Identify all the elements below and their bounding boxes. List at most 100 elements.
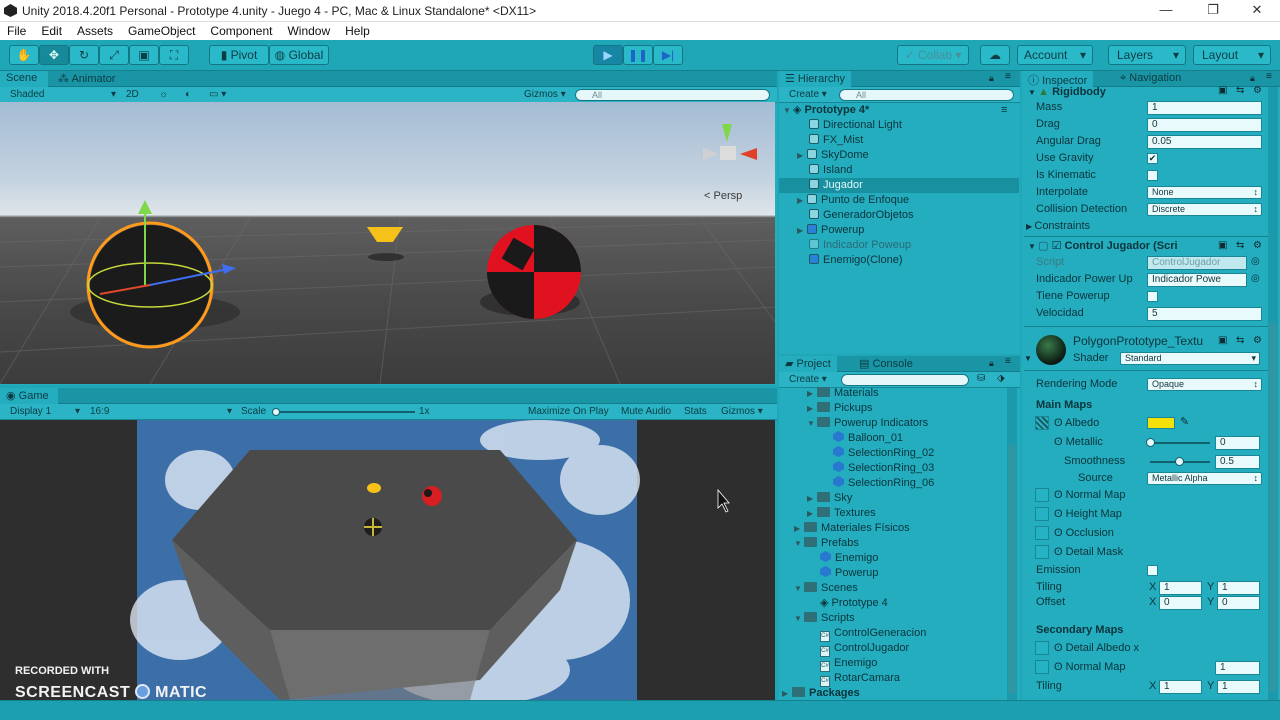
project-scrollbar[interactable] bbox=[1007, 388, 1017, 700]
scene-search-input[interactable]: All bbox=[575, 89, 770, 101]
menu-edit[interactable]: Edit bbox=[34, 22, 70, 38]
albedo-texture-slot[interactable] bbox=[1035, 416, 1049, 430]
constraints-foldout[interactable]: ▶ Constraints bbox=[1026, 219, 1090, 234]
filter-by-label-icon[interactable]: ⬗ bbox=[997, 373, 1005, 384]
transform-tool-button[interactable]: ⛶ bbox=[159, 45, 189, 65]
secondary-tiling-y-field[interactable]: 1 bbox=[1217, 680, 1260, 694]
project-item-textures[interactable]: ▶ Textures bbox=[779, 506, 1004, 521]
component-settings-icon[interactable]: ⚙ bbox=[1253, 240, 1262, 251]
shader-dropdown[interactable]: Standard ▾ bbox=[1120, 352, 1260, 365]
rotate-tool-button[interactable]: ↻ bbox=[69, 45, 99, 65]
rigidbody-header[interactable]: ▼ ▲ Rigidbody bbox=[1028, 84, 1268, 101]
project-item-packages[interactable]: ▶ Packages bbox=[779, 686, 1004, 701]
drag-field[interactable]: 0 bbox=[1147, 118, 1262, 132]
hierarchy-item-fx-mist[interactable]: FX_Mist bbox=[779, 133, 1019, 148]
scene-menu-icon[interactable]: ≡ bbox=[1001, 103, 1007, 118]
project-item-controljugador[interactable]: C# ControlJugador bbox=[779, 641, 1004, 657]
project-item-selectionring-02[interactable]: SelectionRing_02 bbox=[779, 446, 1004, 461]
menu-file[interactable]: File bbox=[0, 22, 34, 38]
global-toggle[interactable]: ◍ Global bbox=[269, 45, 329, 65]
menu-component[interactable]: Component bbox=[203, 22, 280, 38]
project-item-selectionring-03[interactable]: SelectionRing_03 bbox=[779, 461, 1004, 476]
use-gravity-checkbox[interactable]: ✔ bbox=[1147, 153, 1158, 164]
is-kinematic-checkbox[interactable] bbox=[1147, 170, 1158, 181]
stats-toggle[interactable]: Stats bbox=[680, 405, 711, 419]
occlusion-slot[interactable] bbox=[1035, 526, 1049, 540]
hierarchy-item-island[interactable]: Island bbox=[779, 163, 1019, 178]
collision-detection-dropdown[interactable]: Discrete ↕ bbox=[1147, 203, 1262, 216]
secondary-normal-map-field[interactable]: 1 bbox=[1215, 661, 1260, 675]
project-item-materials[interactable]: ▶ Materials bbox=[779, 386, 1004, 401]
component-help-icon[interactable]: ▣ bbox=[1218, 335, 1227, 346]
tab-hierarchy[interactable]: ☰ Hierarchy bbox=[779, 71, 851, 87]
velocidad-field[interactable]: 5 bbox=[1147, 307, 1262, 321]
hierarchy-item-directional-light[interactable]: Directional Light bbox=[779, 118, 1019, 133]
tab-animator[interactable]: ⁂ Animator bbox=[52, 71, 121, 87]
panel-menu-icon[interactable]: ≡ bbox=[1266, 71, 1272, 82]
normal-map-slot[interactable] bbox=[1035, 488, 1049, 502]
hierarchy-item-generadorobjetos[interactable]: GeneradorObjetos bbox=[779, 208, 1019, 223]
hierarchy-search-input[interactable]: All bbox=[839, 89, 1014, 101]
inspector-scrollbar[interactable] bbox=[1268, 87, 1278, 700]
hierarchy-create-dropdown[interactable]: Create ▾ bbox=[785, 88, 831, 102]
project-item-selectionring-06[interactable]: SelectionRing_06 bbox=[779, 476, 1004, 491]
menu-assets[interactable]: Assets bbox=[70, 22, 121, 38]
tiling-y-field[interactable]: 1 bbox=[1217, 581, 1260, 595]
panel-menu-icon[interactable]: ≡ bbox=[1005, 71, 1011, 82]
maximize-on-play-toggle[interactable]: Maximize On Play bbox=[524, 405, 613, 419]
game-gizmos-dropdown[interactable]: Gizmos ▾ bbox=[717, 405, 767, 419]
object-picker-icon[interactable]: ◎ bbox=[1251, 273, 1260, 284]
tab-scene[interactable]: Scene bbox=[0, 71, 48, 87]
tab-project[interactable]: ▰ Project bbox=[779, 356, 837, 372]
cloud-button[interactable]: ☁ bbox=[980, 45, 1010, 65]
albedo-color-swatch[interactable] bbox=[1147, 417, 1175, 429]
component-enabled-checkbox[interactable]: ☑ bbox=[1052, 240, 1065, 252]
mass-field[interactable]: 1 bbox=[1147, 101, 1262, 115]
game-viewport[interactable]: RECORDED WITH SCREENCAST MATIC bbox=[0, 420, 775, 700]
move-tool-button[interactable]: ✥ bbox=[39, 45, 69, 65]
hierarchy-item-enemigo-clone[interactable]: Enemigo(Clone) bbox=[779, 253, 1019, 268]
shading-dropdown[interactable]: Shaded ▾ bbox=[6, 88, 118, 102]
project-scrollbar-thumb[interactable] bbox=[1008, 444, 1016, 694]
project-item-powerup-prefab[interactable]: Powerup bbox=[779, 566, 1004, 581]
interpolate-dropdown[interactable]: None ↕ bbox=[1147, 186, 1262, 199]
display-dropdown[interactable]: Display 1 ▾ bbox=[6, 405, 82, 419]
filter-by-type-icon[interactable]: ⛁ bbox=[977, 373, 985, 384]
inspector-scrollbar-thumb[interactable] bbox=[1269, 322, 1277, 692]
component-settings-icon[interactable]: ⚙ bbox=[1253, 85, 1262, 96]
component-help-icon[interactable]: ▣ bbox=[1218, 240, 1227, 251]
scale-slider[interactable] bbox=[275, 411, 415, 413]
tab-game[interactable]: ◉ Game bbox=[0, 388, 58, 404]
offset-y-field[interactable]: 0 bbox=[1217, 596, 1260, 610]
emission-checkbox[interactable] bbox=[1147, 565, 1158, 576]
hierarchy-item-punto-de-enfoque[interactable]: ▶ Punto de Enfoque bbox=[779, 193, 1019, 208]
hierarchy-item-powerup[interactable]: ▶ Powerup bbox=[779, 223, 1019, 238]
component-help-icon[interactable]: ▣ bbox=[1218, 85, 1227, 96]
project-item-pickups[interactable]: ▶ Pickups bbox=[779, 401, 1004, 416]
step-button[interactable]: ▶| bbox=[653, 45, 683, 65]
audio-toggle[interactable]: ◖ bbox=[180, 88, 194, 102]
mute-audio-toggle[interactable]: Mute Audio bbox=[617, 405, 675, 419]
lock-icon[interactable]: 🔒︎ bbox=[1250, 73, 1255, 84]
component-settings-icon[interactable]: ⚙ bbox=[1253, 335, 1262, 346]
source-dropdown[interactable]: Metallic Alpha ↕ bbox=[1147, 472, 1262, 485]
chevron-down-icon[interactable]: ▼ bbox=[1024, 354, 1032, 363]
hierarchy-item-skydome[interactable]: ▶ SkyDome bbox=[779, 148, 1019, 163]
project-item-balloon-01[interactable]: Balloon_01 bbox=[779, 431, 1004, 446]
secondary-normal-map-slot[interactable] bbox=[1035, 660, 1049, 674]
smoothness-slider-thumb[interactable] bbox=[1175, 457, 1184, 466]
scale-tool-button[interactable]: ⤢ bbox=[99, 45, 129, 65]
metallic-slider-thumb[interactable] bbox=[1146, 438, 1155, 447]
minimize-button[interactable]: — bbox=[1143, 0, 1189, 22]
pause-button[interactable]: ❚❚ bbox=[623, 45, 653, 65]
scale-slider-thumb[interactable] bbox=[272, 408, 280, 416]
project-item-controlgeneracion[interactable]: C# ControlGeneracion bbox=[779, 626, 1004, 642]
hierarchy-item-indicador-poweup[interactable]: Indicador Poweup bbox=[779, 238, 1019, 253]
layers-dropdown[interactable]: Layers ▾ bbox=[1108, 45, 1186, 65]
project-item-sky[interactable]: ▶ Sky bbox=[779, 491, 1004, 506]
menu-window[interactable]: Window bbox=[280, 22, 338, 38]
object-picker-icon[interactable]: ◎ bbox=[1251, 256, 1260, 267]
project-item-scripts[interactable]: ▼ Scripts bbox=[779, 611, 1004, 626]
menu-help[interactable]: Help bbox=[338, 22, 378, 38]
account-dropdown[interactable]: Account ▾ bbox=[1017, 45, 1093, 65]
